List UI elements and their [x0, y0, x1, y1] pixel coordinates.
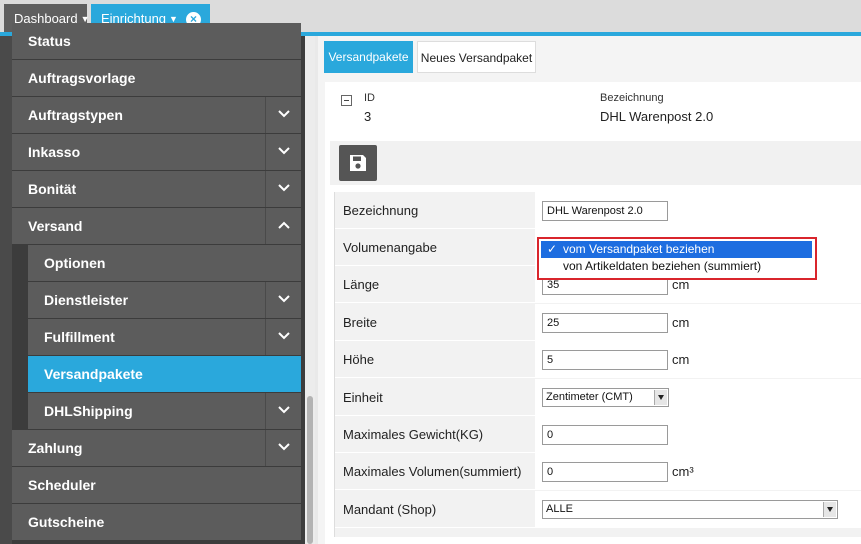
sidebar-item-zahlung[interactable]: Zahlung [12, 430, 301, 466]
option-label: vom Versandpaket beziehen [563, 242, 715, 256]
laenge-label: Länge [343, 277, 380, 292]
breite-unit: cm [672, 315, 690, 330]
field-cell: 0 cm³ [535, 453, 861, 490]
bezeichnung-input[interactable]: DHL Warenpost 2.0 [542, 201, 668, 221]
breite-input[interactable]: 25 [542, 313, 668, 333]
sidebar-item-label: DHLShipping [44, 403, 133, 419]
sidebar-item-label: Auftragsvorlage [28, 70, 136, 86]
sidebar-item-auftragsvorlage[interactable]: Auftragsvorlage [12, 60, 301, 96]
row-bezeichnung: Bezeichnung DHL Warenpost 2.0 [335, 192, 861, 229]
sidebar-item-optionen[interactable]: Optionen [28, 245, 301, 281]
sidebar-item-inkasso[interactable]: Inkasso [12, 134, 301, 170]
dropdown-arrow-icon [654, 390, 667, 405]
row-gewicht: Maximales Gewicht(KG) 0 [335, 416, 861, 453]
sidebar-item-label: Auftragstypen [28, 107, 123, 123]
sidebar-item-dienstleister[interactable]: Dienstleister [28, 282, 301, 318]
sidebar-item-status[interactable]: Status [12, 23, 301, 59]
field-cell: 0 [535, 416, 861, 453]
dropdown-arrow-icon [823, 502, 836, 517]
sidebar-item-label: Versand [28, 218, 83, 234]
sidebar-item-label: Fulfillment [44, 329, 115, 345]
sidebar-strip [0, 36, 12, 544]
chevron-down-icon[interactable] [265, 134, 301, 170]
sidebar-item-label: Bonität [28, 181, 77, 197]
id-label: ID [364, 92, 375, 104]
chevron-down-icon[interactable] [265, 430, 301, 466]
sidebar-item-label: Versandpakete [44, 366, 143, 382]
field-cell: DHL Warenpost 2.0 [535, 192, 861, 229]
sidebar-item-bonitaet[interactable]: Bonität [12, 171, 301, 207]
sidebar-item-label: Zahlung [28, 440, 83, 456]
sidebar-scroll-thumb[interactable] [307, 396, 313, 544]
sidebar-item-fulfillment[interactable]: Fulfillment [28, 319, 301, 355]
gewicht-label: Maximales Gewicht(KG) [343, 427, 484, 442]
field-cell: Zentimeter (CMT) [535, 379, 861, 416]
row-volumen: Maximales Volumen(summiert) 0 cm³ [335, 453, 861, 490]
tab-neues-versandpaket[interactable]: Neues Versandpaket [417, 41, 536, 73]
row-mandant: Mandant (Shop) ALLE [335, 491, 861, 528]
chevron-up-icon[interactable] [265, 208, 301, 244]
breite-label: Breite [343, 315, 377, 330]
sidebar-item-label: Optionen [44, 255, 106, 271]
save-button[interactable] [339, 145, 377, 181]
chevron-down-icon[interactable] [265, 282, 301, 318]
sidebar-item-versandpakete[interactable]: Versandpakete [28, 356, 301, 392]
chevron-down-icon[interactable] [265, 97, 301, 133]
mandant-select-value: ALLE [546, 503, 573, 515]
volumenangabe-label: Volumenangabe [343, 240, 437, 255]
dropdown-option-artikeldaten[interactable]: von Artikeldaten beziehen (summiert) [541, 258, 812, 275]
gewicht-input[interactable]: 0 [542, 425, 668, 445]
field-cell: 5 cm [535, 341, 861, 378]
id-value: 3 [364, 109, 372, 124]
bezeichnung-header-label: Bezeichnung [600, 92, 664, 104]
mandant-label: Mandant (Shop) [343, 502, 437, 517]
hoehe-unit: cm [672, 352, 690, 367]
sidebar-item-dhlshipping[interactable]: DHLShipping [28, 393, 301, 429]
sidebar-item-gutscheine[interactable]: Gutscheine [12, 504, 301, 540]
sidebar-item-label: Inkasso [28, 144, 81, 160]
row-breite: Breite 25 cm [335, 304, 861, 341]
chevron-down-icon[interactable] [265, 171, 301, 207]
sidebar-item-label: Dienstleister [44, 292, 129, 308]
einheit-select-value: Zentimeter (CMT) [546, 391, 633, 403]
sidebar-item-versand[interactable]: Versand [12, 208, 301, 244]
sidebar-item-label: Scheduler [28, 477, 96, 493]
sidebar-item-label: Gutscheine [28, 514, 105, 530]
bezeichnung-header-value: DHL Warenpost 2.0 [600, 109, 714, 124]
row-hoehe: Höhe 5 cm [335, 341, 861, 378]
sidebar-item-label: Status [28, 33, 71, 49]
option-label: von Artikeldaten beziehen (summiert) [563, 259, 762, 273]
dropdown-option-versandpaket[interactable]: ✓ vom Versandpaket beziehen [541, 241, 812, 258]
volumen-unit: cm³ [672, 464, 694, 479]
sidebar-item-scheduler[interactable]: Scheduler [12, 467, 301, 503]
bezeichnung-label: Bezeichnung [343, 203, 419, 218]
field-cell: ALLE [535, 491, 861, 528]
tab-versandpakete[interactable]: Versandpakete [324, 41, 413, 73]
row-einheit: Einheit Zentimeter (CMT) [335, 379, 861, 416]
chevron-down-icon[interactable] [265, 319, 301, 355]
toolbar [330, 141, 861, 185]
sidebar-item-auftragstypen[interactable]: Auftragstypen [12, 97, 301, 133]
collapse-icon[interactable] [341, 95, 352, 106]
floppy-disk-icon [350, 155, 366, 171]
einheit-label: Einheit [343, 390, 383, 405]
chevron-down-icon[interactable] [265, 393, 301, 429]
volumen-label: Maximales Volumen(summiert) [343, 464, 522, 479]
field-cell: 25 cm [535, 304, 861, 341]
checkmark-icon: ✓ [547, 242, 558, 256]
hoehe-input[interactable]: 5 [542, 350, 668, 370]
einheit-select[interactable]: Zentimeter (CMT) [542, 388, 669, 407]
volumen-input[interactable]: 0 [542, 462, 668, 482]
mandant-select[interactable]: ALLE [542, 500, 838, 519]
hoehe-label: Höhe [343, 352, 375, 367]
